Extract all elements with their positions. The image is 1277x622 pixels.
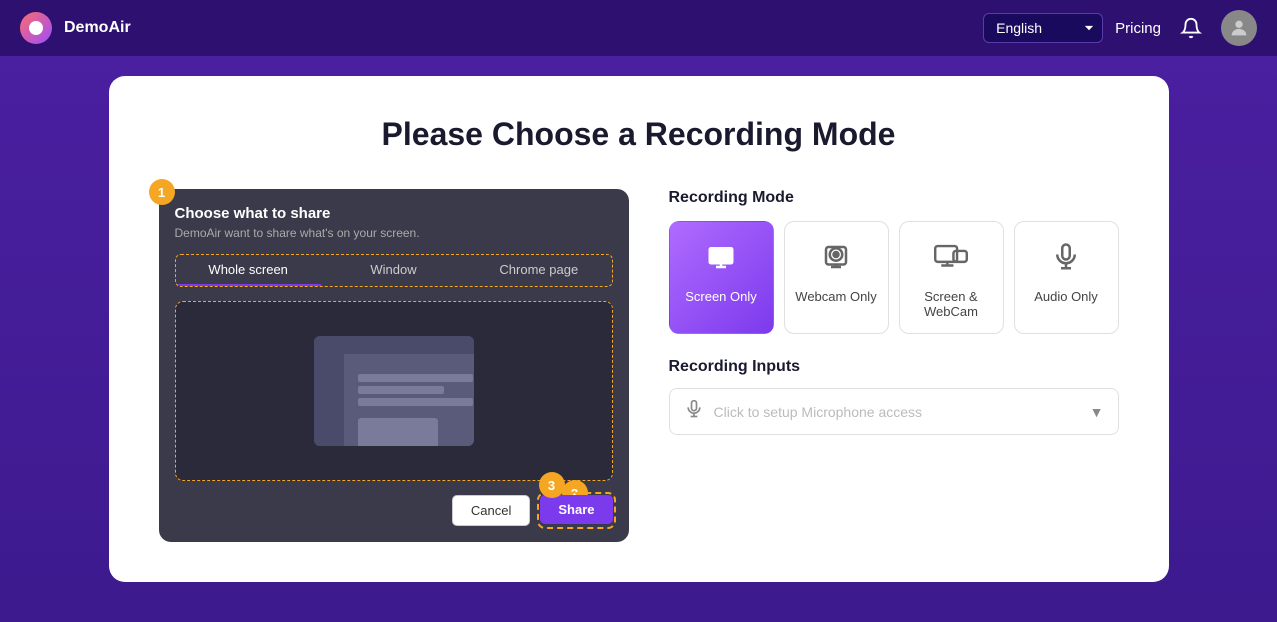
notification-button[interactable] xyxy=(1173,10,1209,46)
share-tabs: Whole screen Window Chrome page xyxy=(175,254,613,287)
share-button-wrap: Share 3 xyxy=(540,495,612,526)
step-badge-3: 3 xyxy=(539,472,565,498)
mode-label-webcam-only: Webcam Only xyxy=(795,289,876,304)
microphone-placeholder: Click to setup Microphone access xyxy=(714,404,1080,420)
main-card: Please Choose a Recording Mode 1 Choose … xyxy=(109,76,1169,582)
mode-label-audio-only: Audio Only xyxy=(1034,289,1098,304)
tab-chrome-page[interactable]: Chrome page xyxy=(466,255,611,286)
preview-line-2 xyxy=(358,386,444,394)
share-dialog-title: Choose what to share xyxy=(175,205,613,222)
preview-line-3 xyxy=(358,398,473,406)
avatar[interactable] xyxy=(1221,10,1257,46)
mode-card-audio-only[interactable]: Audio Only xyxy=(1014,221,1119,334)
header: DemoAir English Español Français Deutsch… xyxy=(0,0,1277,56)
recording-inputs-label: Recording Inputs xyxy=(669,358,1119,376)
preview-block xyxy=(358,418,438,446)
preview-screen xyxy=(314,336,474,446)
mode-card-screen-webcam[interactable]: Screen & WebCam xyxy=(899,221,1004,334)
screen-webcam-icon xyxy=(934,242,968,279)
bell-icon xyxy=(1180,17,1202,39)
mode-label-screen-webcam: Screen & WebCam xyxy=(910,289,993,319)
share-dialog: 1 Choose what to share DemoAir want to s… xyxy=(159,189,629,542)
tab-whole-screen[interactable]: Whole screen xyxy=(176,255,321,286)
content-row: 1 Choose what to share DemoAir want to s… xyxy=(159,189,1119,542)
recording-mode-label: Recording Mode xyxy=(669,189,1119,207)
mode-card-screen-only[interactable]: Screen Only xyxy=(669,221,774,334)
pricing-link[interactable]: Pricing xyxy=(1115,20,1161,37)
webcam-only-icon xyxy=(821,242,851,279)
microphone-icon xyxy=(684,399,704,424)
microphone-select[interactable]: Click to setup Microphone access ▼ xyxy=(669,388,1119,435)
preview-sidebar xyxy=(314,354,344,446)
step-badge-1: 1 xyxy=(149,179,175,205)
page-title: Please Choose a Recording Mode xyxy=(159,116,1119,153)
tab-window[interactable]: Window xyxy=(321,255,466,286)
screen-only-icon xyxy=(706,242,736,279)
share-dialog-subtitle: DemoAir want to share what's on your scr… xyxy=(175,226,613,240)
user-icon xyxy=(1228,17,1250,39)
logo-icon xyxy=(20,12,52,44)
preview-line-1 xyxy=(358,374,473,382)
chevron-down-icon: ▼ xyxy=(1090,404,1104,420)
main-background: Please Choose a Recording Mode 1 Choose … xyxy=(0,56,1277,622)
mode-grid: Screen Only Webcam Only xyxy=(669,221,1119,334)
mode-label-screen-only: Screen Only xyxy=(685,289,757,304)
cancel-button[interactable]: Cancel xyxy=(452,495,530,526)
recording-panel: Recording Mode Screen Only xyxy=(669,189,1119,435)
audio-only-icon xyxy=(1051,242,1081,279)
mode-card-webcam-only[interactable]: Webcam Only xyxy=(784,221,889,334)
language-select[interactable]: English Español Français Deutsch 日本語 xyxy=(983,13,1103,43)
dialog-actions: Cancel Share 3 xyxy=(175,495,613,526)
preview-area: 2 xyxy=(175,301,613,481)
app-name: DemoAir xyxy=(64,19,131,37)
preview-screen-bar xyxy=(314,336,474,354)
